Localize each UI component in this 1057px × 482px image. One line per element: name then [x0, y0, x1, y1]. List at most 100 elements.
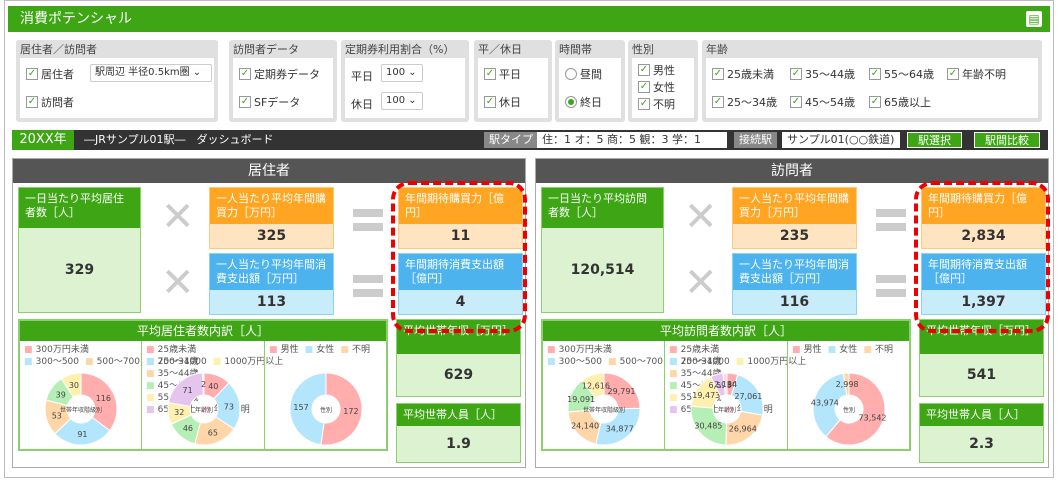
- legend-label: 300～500: [35, 357, 79, 367]
- dashboard-title: ―JRサンプル01駅― ダッシュボード: [84, 133, 274, 146]
- age-checkbox[interactable]: ✓ 65歳以上: [869, 94, 931, 110]
- female-checkbox[interactable]: ✓ 女性: [638, 79, 675, 95]
- age-checkbox[interactable]: ✓ 35～44歳: [790, 66, 855, 82]
- card-label: 平均世帯人員［人］: [397, 404, 520, 426]
- dashboard-bar: 20XX年 ―JRサンプル01駅― ダッシュボード 駅タイプ 住：1 オ：5 商…: [12, 130, 1048, 150]
- purchase-power-card: 一人当たり平均年間購買力［万円］ 235: [732, 187, 857, 249]
- daily-average-card: 一日当たり平均訪問者数［人］ 120,514: [541, 187, 664, 313]
- weekday-ratio-select[interactable]: 100 ⌄: [381, 64, 423, 82]
- filter-label: 居住者／訪問者: [20, 43, 97, 56]
- daytime-radio[interactable]: 昼間: [565, 66, 602, 82]
- radio-label: 終日: [580, 96, 602, 109]
- breakdown-chart-area: 平均居住者数内訳［人］ ■ 300万円未満■ 300～500 ■ 500～700 ■…: [18, 319, 388, 451]
- pie-legend: ■ 300万円未満■ 300～500 ■ 500～700 ■ 700～1000 ■ 1…: [543, 341, 806, 371]
- connect-station-value: サンプル01(○○鉄道): [782, 132, 900, 148]
- pie-chart: 172 157 性別: [289, 372, 362, 446]
- pie-legend: ■ 男性 ■ 女性 ■ 不明: [788, 341, 909, 359]
- card-value: 2.3: [969, 436, 994, 452]
- age-checkbox[interactable]: ✓ 年齢不明: [947, 66, 1006, 82]
- age-checkbox[interactable]: ✓ 25～34歳: [712, 94, 777, 110]
- legend-item: ■ 25歳未満: [669, 345, 722, 355]
- slice-value-label: 27,061: [734, 392, 762, 401]
- holiday-ratio-select[interactable]: 100 ⌄: [381, 92, 423, 110]
- legend-label: 女性: [316, 345, 335, 355]
- slice-value-label: 46: [182, 424, 192, 433]
- highlight-outline: [391, 181, 527, 333]
- resident-checkbox[interactable]: ✓ 居住者: [26, 66, 74, 82]
- gender-pie-cell: ■ 男性 ■ 女性 ■ 不明 73,542 43,974 2,998 性別: [788, 341, 909, 449]
- checkbox-label: SFデータ: [254, 96, 301, 109]
- panel-title: 居住者: [13, 159, 525, 183]
- pie-center-label: 世帯年収階級別: [583, 406, 625, 414]
- legend-swatch: ■: [669, 393, 681, 403]
- legend-item: ■ 300～500: [24, 357, 82, 367]
- resident-panel: 居住者 一日当たり平均居住者数［人］ 329 ✕ ✕ 一人当たり平均年間購買力［…: [12, 158, 527, 468]
- multiply-icon: ✕: [684, 260, 718, 306]
- filter-commuter-ratio: 定期券利用割合（%） 平日 100 ⌄ 休日 100 ⌄: [341, 40, 469, 122]
- card-label: 一人当たり平均年間消費支出額［万円］: [210, 254, 333, 290]
- legend-swatch: ■: [146, 405, 158, 415]
- card-value: 113: [256, 294, 287, 310]
- card-label: 一日当たり平均居住者数［人］: [19, 188, 140, 228]
- slice-value-label: 19,473: [692, 391, 720, 400]
- legend-swatch: ■: [146, 369, 158, 379]
- card-value: 235: [779, 228, 810, 244]
- card-value: 325: [256, 228, 287, 244]
- legend-swatch: ■: [146, 345, 158, 355]
- card-label: 一人当たり平均年間購買力［万円］: [733, 188, 856, 224]
- spending-card: 一人当たり平均年間消費支出額［万円］ 116: [732, 253, 857, 315]
- breakdown-title: 平均居住者数内訳［人］: [20, 321, 386, 341]
- unknown-gender-checkbox[interactable]: ✓ 不明: [638, 96, 675, 112]
- legend-swatch: ■: [863, 345, 875, 355]
- legend-label: 25～34歳: [680, 357, 722, 367]
- filter-label: 時間帯: [559, 43, 592, 56]
- age-checkbox[interactable]: ✓ 25歳未満: [712, 66, 774, 82]
- station-compare-button[interactable]: 駅間比較: [974, 132, 1040, 148]
- age-checkbox[interactable]: ✓ 55～64歳: [869, 66, 934, 82]
- checkbox-label: 55～64歳: [884, 68, 934, 81]
- allday-radio[interactable]: 終日: [565, 94, 602, 110]
- filter-age: 年齢 ✓ 25歳未満 ✓ 35～44歳 ✓ 55～64歳 ✓ 年齢不明 ✓ 25～34歳 …: [702, 40, 1042, 122]
- equals-icon: [876, 275, 906, 297]
- checkbox-label: 45～54歳: [805, 96, 855, 109]
- legend-swatch: ■: [146, 381, 158, 391]
- sf-data-checkbox[interactable]: ✓ SFデータ: [239, 94, 300, 110]
- age-checkbox[interactable]: ✓ 45～54歳: [790, 94, 855, 110]
- slice-value-label: 91: [77, 430, 87, 439]
- card-value: 116: [779, 294, 810, 310]
- connect-station-label: 接続駅: [734, 132, 777, 148]
- legend-label: 男性: [803, 345, 822, 355]
- legend-item: ■ 男性: [269, 345, 302, 355]
- gender-pie-cell: ■ 男性 ■ 女性 ■ 不明 172 157 性別: [265, 341, 386, 449]
- printer-icon[interactable]: ▤: [1026, 11, 1042, 27]
- male-checkbox[interactable]: ✓ 男性: [638, 62, 675, 78]
- area-select[interactable]: 駅周辺 半径0.5km圏 ⌄: [90, 64, 212, 82]
- pie-chart: 29,791 34,877 24,140 19,091 12,616 世帯年収階級別: [567, 372, 641, 446]
- legend-swatch: ■: [146, 357, 158, 367]
- holiday-checkbox[interactable]: ✓ 休日: [484, 94, 521, 110]
- slice-value-label: 43,974: [810, 398, 838, 407]
- station-select-button[interactable]: 駅選択: [907, 132, 962, 148]
- filter-time: 時間帯 昼間 終日: [555, 40, 625, 122]
- legend-label: 25歳未満: [680, 345, 720, 355]
- station-type-value: 住：1 オ：5 商：5 観：3 学：1: [537, 132, 727, 148]
- checkbox-label: 定期券データ: [254, 68, 320, 81]
- legend-item: ■ 25～34歳: [669, 357, 725, 367]
- station-type-label: 駅タイプ: [484, 132, 538, 148]
- card-label: 一人当たり平均年間消費支出額［万円］: [733, 254, 856, 290]
- commuter-data-checkbox[interactable]: ✓ 定期券データ: [239, 66, 320, 82]
- household-size-card: 平均世帯人員［人］ 2.3: [919, 403, 1044, 463]
- pie-legend: ■ 男性 ■ 女性 ■ 不明: [265, 341, 386, 359]
- filter-day-type: 平／休日 ✓ 平日 ✓ 休日: [474, 40, 552, 122]
- weekday-checkbox[interactable]: ✓ 平日: [484, 66, 521, 82]
- slice-value-label: 73,542: [858, 413, 886, 422]
- visitor-checkbox[interactable]: ✓ 訪問者: [26, 94, 74, 110]
- equals-icon: [876, 209, 906, 231]
- card-value: 541: [966, 367, 997, 383]
- legend-swatch: ■: [547, 345, 559, 355]
- multiply-icon: ✕: [684, 194, 718, 240]
- checkbox-label: 25歳未満: [727, 68, 774, 81]
- checkbox-label: 年齢不明: [962, 68, 1006, 81]
- age-pie-cell: ■ 25歳未満■ 25～34歳■ 35～44歳■ 45～54歳■ 55～64歳■…: [142, 341, 265, 449]
- legend-item: ■ 25歳未満: [146, 345, 199, 355]
